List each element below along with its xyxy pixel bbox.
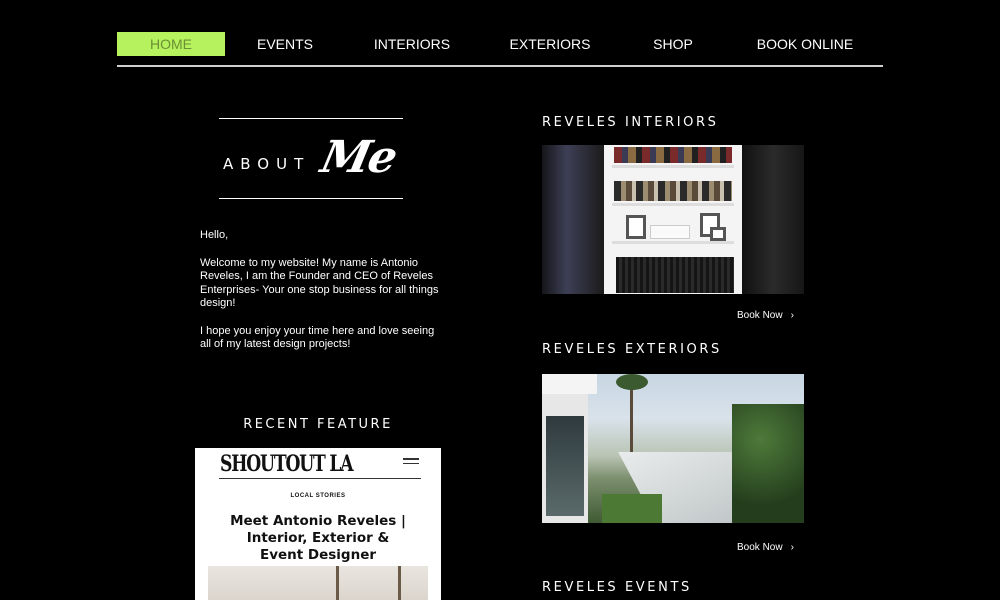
interiors-photo [542, 145, 804, 294]
exteriors-book-now-link[interactable]: Book Now › [737, 542, 794, 553]
feature-photo [208, 566, 428, 600]
exteriors-title: REVELES EXTERIORS [542, 342, 722, 357]
nav-shop[interactable]: SHOP [643, 32, 703, 56]
feature-headline: Meet Antonio Reveles | Interior, Exterio… [230, 513, 406, 563]
interiors-title: REVELES INTERIORS [542, 115, 719, 130]
about-heading-script: Me [316, 132, 401, 183]
nav-exteriors[interactable]: EXTERIORS [503, 32, 597, 56]
chevron-right-icon: › [790, 542, 794, 553]
main-nav: HOME EVENTS INTERIORS EXTERIORS SHOP BOO… [117, 32, 883, 56]
about-intro: Hello, Welcome to my website! My name is… [200, 229, 440, 366]
exteriors-book-now-label: Book Now [737, 542, 783, 553]
hamburger-menu-icon [403, 458, 419, 468]
nav-interiors[interactable]: INTERIORS [364, 32, 460, 56]
feature-kicker: LOCAL STORIES [290, 493, 346, 499]
nav-events[interactable]: EVENTS [241, 32, 329, 56]
nav-divider [117, 65, 883, 67]
exteriors-photo [542, 374, 804, 523]
recent-feature-title: RECENT FEATURE [243, 417, 393, 432]
nav-home[interactable]: HOME [117, 32, 225, 56]
shoutout-la-logo: SHOUTOUT LA [220, 451, 354, 477]
interiors-book-now-link[interactable]: Book Now › [737, 310, 794, 321]
intro-welcome: Welcome to my website! My name is Antoni… [200, 256, 439, 310]
events-title: REVELES EVENTS [542, 580, 692, 595]
nav-book-online[interactable]: BOOK ONLINE [755, 32, 855, 56]
feature-card[interactable]: SHOUTOUT LA LOCAL STORIES Meet Antonio R… [195, 448, 441, 600]
intro-enjoy: I hope you enjoy your time here and love… [200, 324, 435, 351]
about-heading-word: ABOUT [223, 155, 311, 173]
about-bottom-rule [219, 198, 403, 199]
intro-greeting: Hello, [200, 229, 229, 241]
chevron-right-icon: › [790, 310, 794, 321]
interiors-book-now-label: Book Now [737, 310, 783, 321]
about-top-rule [219, 118, 403, 119]
feature-divider [219, 478, 421, 479]
